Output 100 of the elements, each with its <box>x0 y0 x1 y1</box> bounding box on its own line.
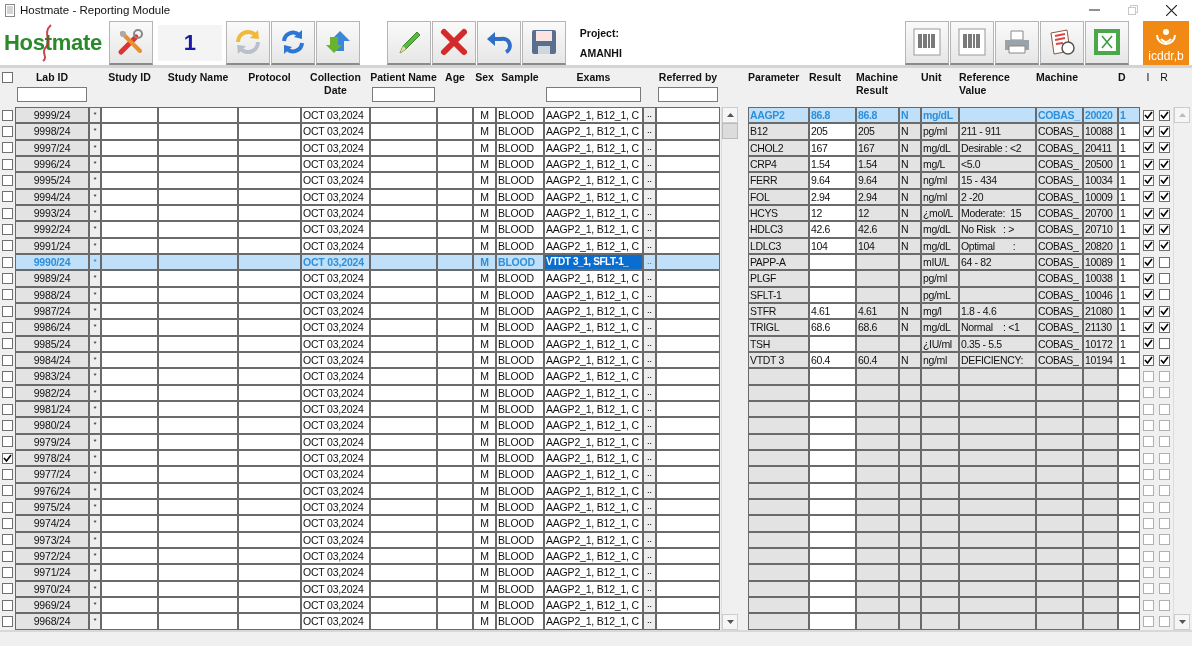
lab-id-cell[interactable]: 9986/24 <box>15 319 89 336</box>
row-checkbox[interactable] <box>1142 207 1154 219</box>
barcode-button[interactable] <box>950 20 994 65</box>
close-icon[interactable] <box>1166 4 1177 16</box>
edit-button[interactable] <box>386 20 431 65</box>
row-checkbox[interactable] <box>1158 583 1170 595</box>
row-checkbox[interactable] <box>1158 534 1170 546</box>
row-checkbox[interactable] <box>2 305 13 317</box>
tools-button[interactable] <box>108 20 153 65</box>
row-checkbox[interactable] <box>1142 142 1154 154</box>
row-checkbox[interactable] <box>2 354 13 366</box>
row-checkbox[interactable] <box>1158 419 1170 431</box>
lab-id-cell[interactable]: 9998/24 <box>15 123 89 140</box>
row-checkbox[interactable] <box>1158 338 1170 350</box>
row-checkbox[interactable] <box>1142 174 1154 186</box>
row-checkbox[interactable] <box>1142 158 1154 170</box>
row-checkbox[interactable] <box>1158 174 1170 186</box>
row-checkbox[interactable] <box>2 240 13 252</box>
row-marker-button[interactable]: * <box>89 564 101 581</box>
row-marker-button[interactable]: * <box>89 172 101 189</box>
more-button[interactable]: .. <box>643 270 656 287</box>
excel-button[interactable] <box>1085 20 1129 65</box>
more-button[interactable]: .. <box>643 613 656 630</box>
row-checkbox[interactable] <box>2 289 13 301</box>
save-button[interactable] <box>521 20 566 65</box>
row-checkbox[interactable] <box>2 338 13 350</box>
row-checkbox[interactable] <box>2 534 13 546</box>
row-checkbox[interactable] <box>1142 436 1154 448</box>
row-checkbox[interactable] <box>2 615 13 627</box>
row-marker-button[interactable]: * <box>89 221 101 238</box>
row-checkbox[interactable] <box>1142 354 1154 366</box>
row-checkbox[interactable] <box>1142 126 1154 137</box>
lab-id-cell[interactable]: 9980/24 <box>15 417 89 434</box>
row-marker-button[interactable]: * <box>89 515 101 532</box>
row-checkbox[interactable] <box>1142 338 1154 350</box>
row-checkbox[interactable] <box>2 174 13 186</box>
row-checkbox[interactable] <box>2 468 13 480</box>
row-checkbox[interactable] <box>1158 387 1170 399</box>
row-marker-button[interactable]: * <box>89 107 101 124</box>
row-checkbox[interactable] <box>1142 599 1154 611</box>
more-button[interactable]: .. <box>643 417 656 434</box>
row-checkbox[interactable] <box>2 517 13 529</box>
filter-field[interactable] <box>372 87 435 102</box>
refresh-button[interactable] <box>225 20 270 65</box>
row-checkbox[interactable] <box>2 158 13 170</box>
row-checkbox[interactable] <box>1142 485 1154 497</box>
row-checkbox[interactable] <box>1158 517 1170 529</box>
row-checkbox[interactable] <box>2 256 13 268</box>
row-checkbox[interactable] <box>1142 615 1154 627</box>
scrollbar[interactable] <box>721 107 738 630</box>
more-button[interactable]: .. <box>643 368 656 385</box>
lab-id-cell[interactable]: 9999/24 <box>15 107 89 124</box>
more-button[interactable]: .. <box>643 221 656 238</box>
print-button[interactable] <box>995 20 1039 65</box>
row-checkbox[interactable] <box>1158 207 1170 219</box>
row-checkbox[interactable] <box>2 321 13 333</box>
undo-button[interactable] <box>476 20 521 65</box>
filter-field[interactable] <box>658 87 718 102</box>
row-checkbox[interactable] <box>2 142 13 154</box>
row-checkbox[interactable] <box>1158 436 1170 448</box>
row-checkbox[interactable] <box>1158 305 1170 317</box>
row-checkbox[interactable] <box>2 403 13 415</box>
row-marker-button[interactable]: * <box>89 319 101 336</box>
row-checkbox[interactable] <box>1142 550 1154 562</box>
more-button[interactable]: .. <box>643 107 656 124</box>
row-checkbox[interactable] <box>1158 501 1170 513</box>
row-checkbox[interactable] <box>1158 240 1170 252</box>
lab-id-cell[interactable]: 9974/24 <box>15 515 89 532</box>
row-checkbox[interactable] <box>2 583 13 595</box>
delete-button[interactable] <box>431 20 476 65</box>
row-checkbox[interactable] <box>1158 272 1170 284</box>
row-checkbox[interactable] <box>1142 419 1154 431</box>
row-checkbox[interactable] <box>1158 468 1170 480</box>
row-checkbox[interactable] <box>2 223 13 235</box>
row-checkbox[interactable] <box>2 599 13 611</box>
report-button[interactable] <box>1040 20 1084 65</box>
row-checkbox[interactable] <box>2 272 13 284</box>
row-checkbox[interactable] <box>2 452 13 464</box>
row-checkbox[interactable] <box>1142 191 1154 203</box>
scroll-thumb[interactable] <box>722 123 738 139</box>
row-checkbox[interactable] <box>1142 240 1154 252</box>
row-checkbox[interactable] <box>1158 485 1170 497</box>
row-checkbox[interactable] <box>2 501 13 513</box>
row-checkbox[interactable] <box>1158 109 1170 121</box>
row-checkbox[interactable] <box>1142 272 1154 284</box>
row-checkbox[interactable] <box>2 419 13 431</box>
lab-id-cell[interactable]: 9968/24 <box>15 613 89 630</box>
row-checkbox[interactable] <box>1142 370 1154 382</box>
row-checkbox[interactable] <box>1158 550 1170 562</box>
row-checkbox[interactable] <box>1142 256 1154 268</box>
row-marker-button[interactable]: * <box>89 466 101 483</box>
more-button[interactable]: .. <box>643 172 656 189</box>
row-checkbox[interactable] <box>2 387 13 399</box>
row-checkbox[interactable] <box>2 436 13 448</box>
row-checkbox[interactable] <box>2 566 13 578</box>
barcode-button[interactable] <box>905 20 949 65</box>
row-checkbox[interactable] <box>1158 191 1170 203</box>
filter-field[interactable] <box>546 87 641 102</box>
row-checkbox[interactable] <box>1158 289 1170 301</box>
row-checkbox[interactable] <box>1158 223 1170 235</box>
